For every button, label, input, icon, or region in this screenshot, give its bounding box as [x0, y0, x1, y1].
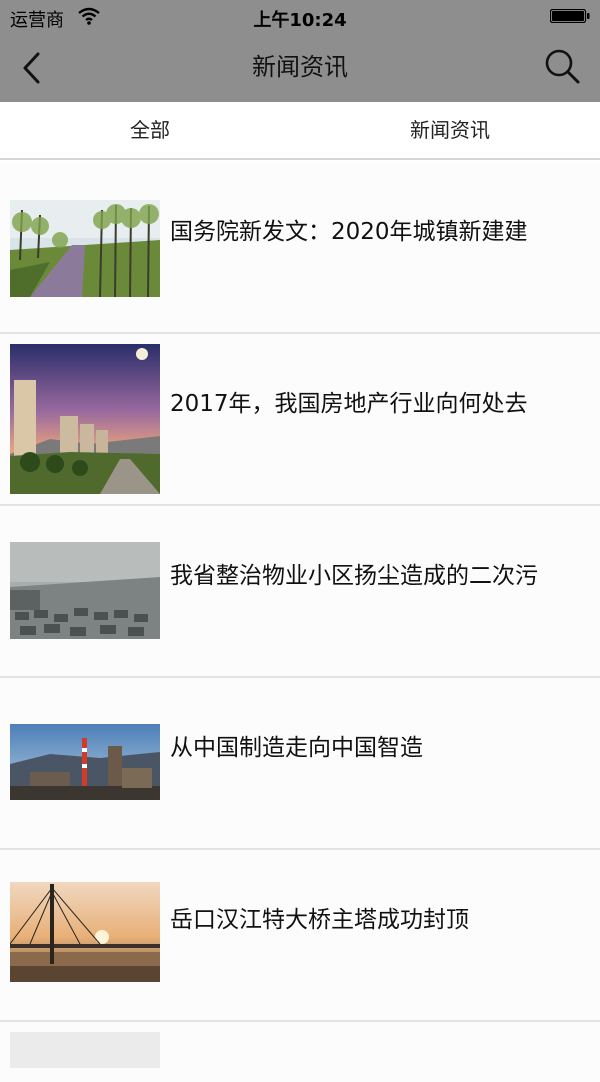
news-item[interactable]: 我省整治物业小区扬尘造成的二次污 — [0, 506, 600, 678]
news-title: 从中国制造走向中国智造 — [170, 735, 423, 761]
status-time: 上午10:24 — [253, 10, 347, 31]
news-list: 国务院新发文：2020年城镇新建建 2017年，我国房地产行业向何处去 我省整治… — [0, 162, 600, 1082]
news-item[interactable] — [0, 1022, 600, 1082]
industrial-plant-photo — [10, 724, 160, 800]
smoggy-traffic-photo — [10, 542, 160, 639]
page-title: 新闻资讯 — [252, 53, 348, 81]
news-title: 岳口汉江特大桥主塔成功封顶 — [170, 907, 469, 933]
battery-icon — [550, 9, 590, 23]
news-title: 国务院新发文：2020年城镇新建建 — [170, 219, 528, 245]
tab-bar: 全部 新闻资讯 — [0, 102, 600, 160]
news-item[interactable]: 从中国制造走向中国智造 — [0, 678, 600, 850]
bridge-sunset-photo — [10, 882, 160, 982]
news-title: 2017年，我国房地产行业向何处去 — [170, 391, 528, 417]
residential-towers-dusk-photo — [10, 344, 160, 494]
news-item[interactable]: 国务院新发文：2020年城镇新建建 — [0, 162, 600, 334]
tree-lined-road-photo — [10, 200, 160, 297]
nav-bar: 新闻资讯 — [0, 32, 600, 102]
tab-news[interactable]: 新闻资讯 — [300, 102, 600, 158]
image-placeholder — [10, 1032, 160, 1068]
news-title: 我省整治物业小区扬尘造成的二次污 — [170, 563, 538, 589]
tab-all[interactable]: 全部 — [0, 102, 300, 158]
header: 运营商 上午10:24 新闻资讯 — [0, 0, 600, 102]
news-item[interactable]: 2017年，我国房地产行业向何处去 — [0, 334, 600, 506]
status-bar: 运营商 上午10:24 — [0, 0, 600, 32]
back-arrow-icon[interactable] — [14, 48, 48, 88]
search-icon[interactable] — [542, 46, 582, 86]
news-item[interactable]: 岳口汉江特大桥主塔成功封顶 — [0, 850, 600, 1022]
